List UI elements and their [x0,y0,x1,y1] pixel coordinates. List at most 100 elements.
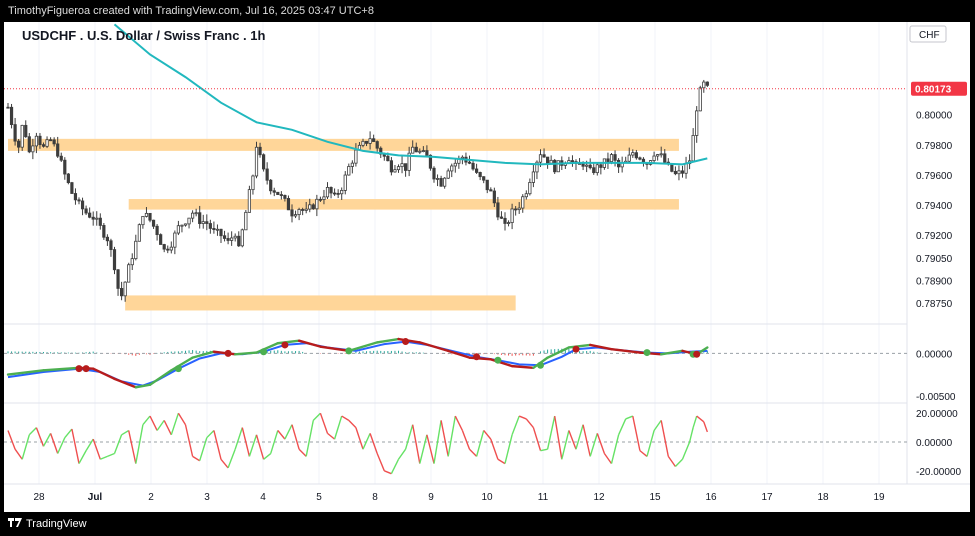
osc-axis-label: -20.00000 [916,467,961,478]
osc-segment [561,430,570,460]
osc-segment [440,420,449,457]
osc-segment [333,415,343,440]
osc-segment [163,420,172,436]
candle-body [38,135,42,146]
osc-segment [625,415,634,420]
candle-body [194,212,198,215]
candle-body [120,288,124,297]
macd-cross-up-dot [537,361,544,369]
osc-segment [319,412,329,434]
osc-segment [85,438,94,452]
candle-body [59,155,63,161]
candle-body [215,228,220,231]
macd-segment [468,356,492,361]
candle-body [443,177,447,187]
candle-body [198,212,202,224]
time-axis-label: Jul [88,492,103,503]
osc-segment [504,434,513,464]
osc-segment [220,458,229,469]
macd-cross-down-dot [82,365,90,373]
time-axis[interactable]: 28 Jul 2 3 4 5 8 9 10 11 12 15 16 17 18 19 [33,492,885,503]
candle-body [521,196,525,209]
osc-segment [404,424,414,450]
osc-segment [497,458,506,465]
macd-cross-down-dot [75,365,83,373]
candle-body [364,140,369,144]
candle-body [91,216,95,220]
candle-body [144,212,149,217]
time-axis-label: 18 [817,492,829,503]
osc-segment [64,428,73,439]
candle-body [240,229,244,247]
osc-segment [703,421,709,433]
price-axis[interactable]: 0.80000 0.79800 0.79600 0.79400 0.79200 0.790… [916,111,953,310]
osc-segment [298,448,307,457]
candle-body [24,124,28,138]
candle-body [340,190,344,195]
macd-cross-down-dot [224,349,232,357]
osc-segment [475,430,485,457]
candle-body [265,168,269,181]
candle-body [286,198,291,211]
chart-frame[interactable]: 0.80000 0.79800 0.79600 0.79400 0.79200 0.790… [4,22,970,512]
osc-segment [610,434,620,464]
candle-body [233,235,237,239]
candle-body [123,281,127,297]
candle-body [17,140,21,148]
candle-body [9,106,14,125]
osc-segment [546,415,556,450]
candle-body [474,168,479,173]
candle-body [112,249,117,271]
candle-body [609,154,614,162]
candle-body [453,162,457,167]
time-axis-label: 15 [649,492,661,503]
chart-screenshot: TimothyFigueroa created with TradingView… [0,0,975,536]
time-axis-label: 17 [761,492,773,503]
candle-body [585,164,589,167]
candle-body [418,150,422,153]
candle-body [247,189,251,213]
candle-body [80,200,85,210]
candle-body [698,87,702,112]
created-by-bar: TimothyFigueroa created with TradingView… [0,0,975,22]
macd-segment [510,364,535,370]
osc-segment [71,428,80,464]
candle-body [311,204,315,210]
footer-bar: TradingView [0,512,975,536]
candle-body [230,237,234,241]
candle-body [297,209,301,216]
candle-body [489,189,493,192]
candle-body [151,219,156,227]
candle-body [549,159,553,164]
osc-segment [241,427,251,457]
candle-body [677,170,681,175]
candle-body [66,173,70,184]
osc-segment [305,420,314,457]
candle-body [63,159,67,175]
candle-body [546,156,550,164]
osc-segment [511,415,520,436]
candle-body [691,135,695,162]
candles-layer [6,79,709,302]
candle-body [34,135,39,147]
osc-segment [35,427,45,447]
candle-body [403,163,408,171]
osc-segment [113,434,123,454]
osc-segment [206,429,215,439]
osc-segment [376,453,385,472]
candle-body [219,228,223,237]
candle-body [45,139,49,147]
candle-body [254,146,259,177]
tradingview-logo-icon [8,518,22,527]
candle-body [325,187,330,198]
candle-body [514,208,518,211]
candle-body [450,165,454,172]
candle-body [201,221,205,224]
macd-cross-down-dot [402,338,410,346]
price-axis-label: 0.78750 [916,299,953,310]
chart-svg[interactable]: 0.80000 0.79800 0.79600 0.79400 0.79200 0.790… [4,22,970,512]
candle-body [98,217,102,226]
macd-cross-up-dot [643,349,651,357]
candle-body [127,264,131,283]
candle-body [386,155,390,162]
